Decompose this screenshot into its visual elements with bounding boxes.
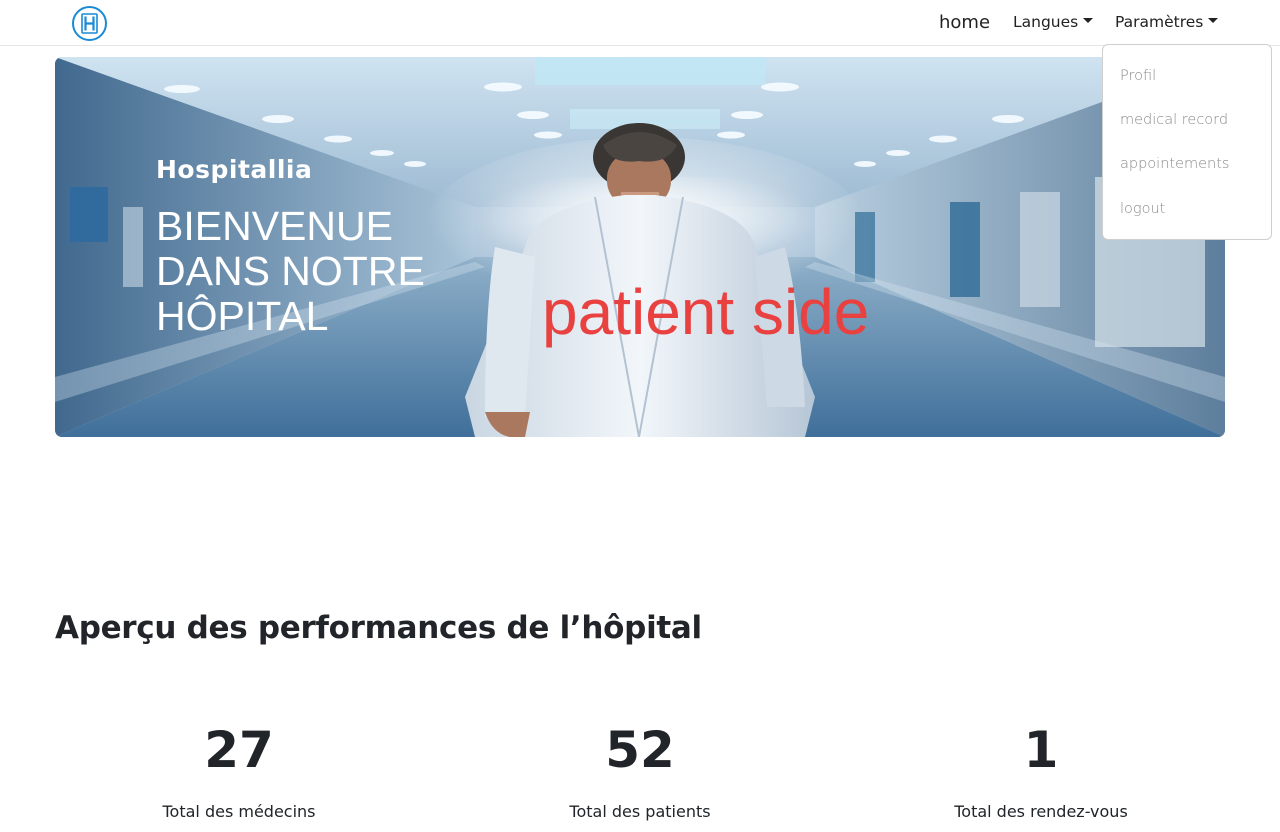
nav-parametres-dropdown[interactable]: Paramètres: [1115, 13, 1219, 31]
stat-patients-value: 52: [605, 721, 675, 779]
parametres-dropdown-menu: Profil medical record appointements logo…: [1102, 44, 1272, 240]
stat-appointments-label: Total des rendez-vous: [954, 802, 1128, 821]
performance-section-title: Aperçu des performances de l’hôpital: [55, 610, 702, 646]
nav-langues-label: Langues: [1013, 13, 1079, 31]
nav-langues-dropdown[interactable]: Langues: [1013, 13, 1094, 31]
nav-parametres-label: Paramètres: [1115, 13, 1204, 31]
hero-banner: Hospitallia BIENVENUE DANS NOTRE HÔPITAL…: [55, 57, 1225, 437]
hero-welcome-title: BIENVENUE DANS NOTRE HÔPITAL: [156, 203, 425, 339]
hero-patient-side-label: patient side: [542, 276, 870, 348]
hospital-logo-icon[interactable]: [71, 5, 108, 42]
stat-patients: 52 Total des patients: [450, 722, 830, 821]
dropdown-item-logout[interactable]: logout: [1120, 201, 1165, 217]
stat-doctors-value: 27: [204, 721, 274, 779]
dropdown-item-medical-record[interactable]: medical record: [1120, 112, 1228, 128]
stat-doctors: 27 Total des médecins: [49, 722, 429, 821]
nav-home-link[interactable]: home: [939, 12, 990, 33]
dropdown-item-profil[interactable]: Profil: [1120, 68, 1156, 84]
caret-down-icon: [1083, 18, 1094, 23]
dropdown-item-appointements[interactable]: appointements: [1120, 156, 1229, 172]
navbar: home Langues Paramètres: [0, 0, 1280, 46]
stat-appointments-value: 1: [1023, 721, 1059, 779]
stat-patients-label: Total des patients: [569, 802, 711, 821]
hero-brand-name: Hospitallia: [156, 155, 313, 184]
stat-doctors-label: Total des médecins: [162, 802, 316, 821]
caret-down-icon: [1208, 18, 1219, 23]
stat-appointments: 1 Total des rendez-vous: [851, 722, 1231, 821]
